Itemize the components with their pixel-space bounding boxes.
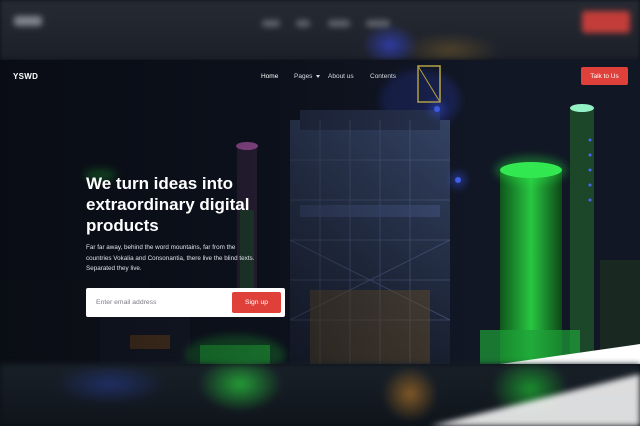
nav-link-pages[interactable]: Pages — [294, 73, 321, 80]
nav-link-contents[interactable]: Contents — [370, 73, 396, 80]
email-signup-form: Sign up — [86, 288, 285, 317]
blurred-logo — [14, 16, 42, 26]
blurred-nav-link — [328, 20, 350, 27]
blurred-backdrop-bottom — [0, 364, 640, 426]
hero-subtext-line: Far far away, behind the word mountains,… — [86, 244, 236, 251]
hero-headline-line: products — [86, 216, 159, 235]
hero-headline-line: extraordinary digital — [86, 195, 250, 214]
blurred-backdrop-top — [0, 0, 640, 60]
blurred-decorative-shape — [430, 374, 640, 426]
hero-subtext: Far far away, behind the word mountains,… — [86, 243, 276, 275]
hero-subtext-line: Separated they live. — [86, 265, 142, 272]
hero-section: YSWD Home Pages About us Contents Talk t… — [0, 60, 640, 364]
hero-headline: We turn ideas into extraordinary digital… — [86, 173, 316, 236]
chevron-down-icon — [316, 74, 321, 78]
nav-link-pages-label: Pages — [294, 73, 313, 80]
hero-subtext-line: countries Vokalia and Consonantia, there… — [86, 254, 255, 262]
brand-logo[interactable]: YSWD — [13, 72, 38, 81]
blurred-cta — [582, 11, 630, 33]
sign-up-button[interactable]: Sign up — [232, 292, 281, 313]
blurred-nav-link — [296, 20, 310, 27]
blurred-nav-link — [262, 20, 280, 27]
blurred-nav-link — [366, 20, 390, 27]
talk-to-us-button[interactable]: Talk to Us — [581, 67, 628, 85]
hero-headline-line: We turn ideas into — [86, 174, 234, 193]
email-input[interactable] — [96, 288, 226, 317]
nav-link-about-us[interactable]: About us — [328, 73, 354, 80]
nav-link-home[interactable]: Home — [261, 73, 278, 80]
navbar: YSWD Home Pages About us Contents Talk t… — [0, 60, 640, 94]
decorative-white-shape — [500, 344, 640, 364]
